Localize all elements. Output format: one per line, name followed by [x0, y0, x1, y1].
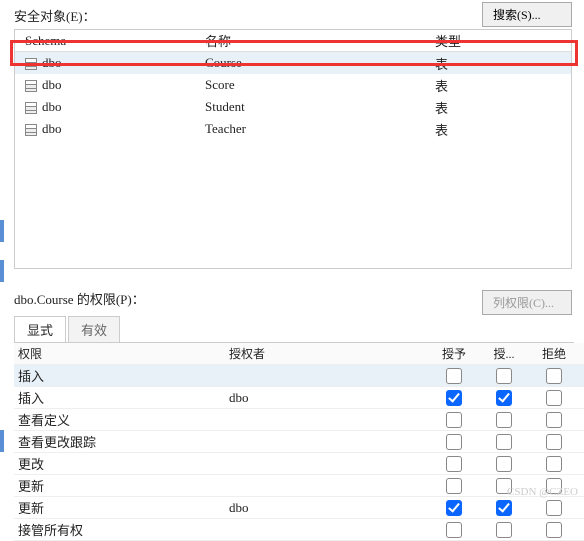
perm-grantor: dbo — [229, 500, 429, 516]
securables-row[interactable]: dbo Score 表 — [15, 74, 571, 96]
permissions-row[interactable]: 更新 dbo — [14, 497, 584, 519]
table-icon — [25, 124, 37, 136]
grant-checkbox[interactable] — [446, 500, 462, 516]
table-icon — [25, 58, 37, 70]
grant-checkbox[interactable] — [446, 478, 462, 494]
deny-checkbox[interactable] — [546, 390, 562, 406]
grant-checkbox[interactable] — [446, 412, 462, 428]
permissions-header: 权限 授权者 授予 授... 拒绝 — [14, 343, 584, 365]
row-type: 表 — [435, 76, 545, 95]
table-icon — [25, 80, 37, 92]
deny-checkbox[interactable] — [546, 368, 562, 384]
deny-checkbox[interactable] — [546, 434, 562, 450]
securables-row[interactable]: dbo Course 表 — [15, 52, 571, 74]
withgrant-checkbox[interactable] — [496, 434, 512, 450]
perm-name: 更新 — [14, 498, 229, 517]
permissions-grid: 权限 授权者 授予 授... 拒绝 插入 插入 dbo 查看定义 查看更改跟踪 … — [14, 343, 584, 541]
permissions-row[interactable]: 查看更改跟踪 — [14, 431, 584, 453]
deny-checkbox[interactable] — [546, 456, 562, 472]
tab-explicit[interactable]: 显式 — [14, 316, 66, 342]
grant-checkbox[interactable] — [446, 456, 462, 472]
row-schema: dbo — [42, 77, 62, 92]
search-button[interactable]: 搜索(S)... — [482, 2, 572, 27]
perm-grantor: dbo — [229, 390, 429, 406]
grant-checkbox[interactable] — [446, 390, 462, 406]
withgrant-checkbox[interactable] — [496, 456, 512, 472]
col-schema[interactable]: Schema — [25, 33, 205, 49]
withgrant-checkbox[interactable] — [496, 368, 512, 384]
permissions-row[interactable]: 更改 — [14, 453, 584, 475]
securables-grid: Schema 名称 类型 dbo Course 表 dbo Score 表 db… — [14, 29, 572, 269]
perm-name: 更新 — [14, 476, 229, 495]
securables-header: Schema 名称 类型 — [15, 30, 571, 52]
grant-checkbox[interactable] — [446, 368, 462, 384]
row-schema: dbo — [42, 55, 62, 70]
col-permission[interactable]: 权限 — [14, 345, 229, 362]
perm-name: 查看定义 — [14, 410, 229, 429]
row-name: Course — [205, 55, 435, 71]
row-type: 表 — [435, 98, 545, 117]
row-name: Student — [205, 99, 435, 115]
decorative-edge — [0, 220, 4, 242]
withgrant-checkbox[interactable] — [496, 390, 512, 406]
row-schema: dbo — [42, 121, 62, 136]
permissions-tabs: 显式 有效 — [14, 316, 574, 343]
perm-name: 查看更改跟踪 — [14, 432, 229, 451]
perm-name: 插入 — [14, 388, 229, 407]
grant-checkbox[interactable] — [446, 434, 462, 450]
permissions-row[interactable]: 查看定义 — [14, 409, 584, 431]
decorative-edge — [0, 430, 4, 452]
row-schema: dbo — [42, 99, 62, 114]
perm-name: 更改 — [14, 454, 229, 473]
permissions-row[interactable]: 更新 — [14, 475, 584, 497]
col-deny[interactable]: 拒绝 — [529, 345, 579, 362]
col-type[interactable]: 类型 — [435, 31, 545, 50]
permissions-row[interactable]: 接管所有权 — [14, 519, 584, 541]
deny-checkbox[interactable] — [546, 412, 562, 428]
deny-checkbox[interactable] — [546, 500, 562, 516]
perm-name: 插入 — [14, 366, 229, 385]
row-type: 表 — [435, 54, 545, 73]
withgrant-checkbox[interactable] — [496, 500, 512, 516]
column-permissions-button[interactable]: 列权限(C)... — [482, 290, 572, 315]
perm-name: 接管所有权 — [14, 520, 229, 539]
permissions-row[interactable]: 插入 — [14, 365, 584, 387]
decorative-edge — [0, 260, 4, 282]
col-grant[interactable]: 授予 — [429, 345, 479, 362]
col-withgrant[interactable]: 授... — [479, 345, 529, 362]
securables-row[interactable]: dbo Teacher 表 — [15, 118, 571, 140]
permissions-row[interactable]: 插入 dbo — [14, 387, 584, 409]
withgrant-checkbox[interactable] — [496, 522, 512, 538]
deny-checkbox[interactable] — [546, 522, 562, 538]
row-name: Teacher — [205, 121, 435, 137]
row-name: Score — [205, 77, 435, 93]
row-type: 表 — [435, 120, 545, 139]
withgrant-checkbox[interactable] — [496, 412, 512, 428]
watermark: CSDN @CZEO — [507, 486, 578, 498]
grant-checkbox[interactable] — [446, 522, 462, 538]
securables-row[interactable]: dbo Student 表 — [15, 96, 571, 118]
col-grantor[interactable]: 授权者 — [229, 345, 429, 362]
col-name[interactable]: 名称 — [205, 31, 435, 50]
table-icon — [25, 102, 37, 114]
tab-effective[interactable]: 有效 — [68, 316, 120, 342]
